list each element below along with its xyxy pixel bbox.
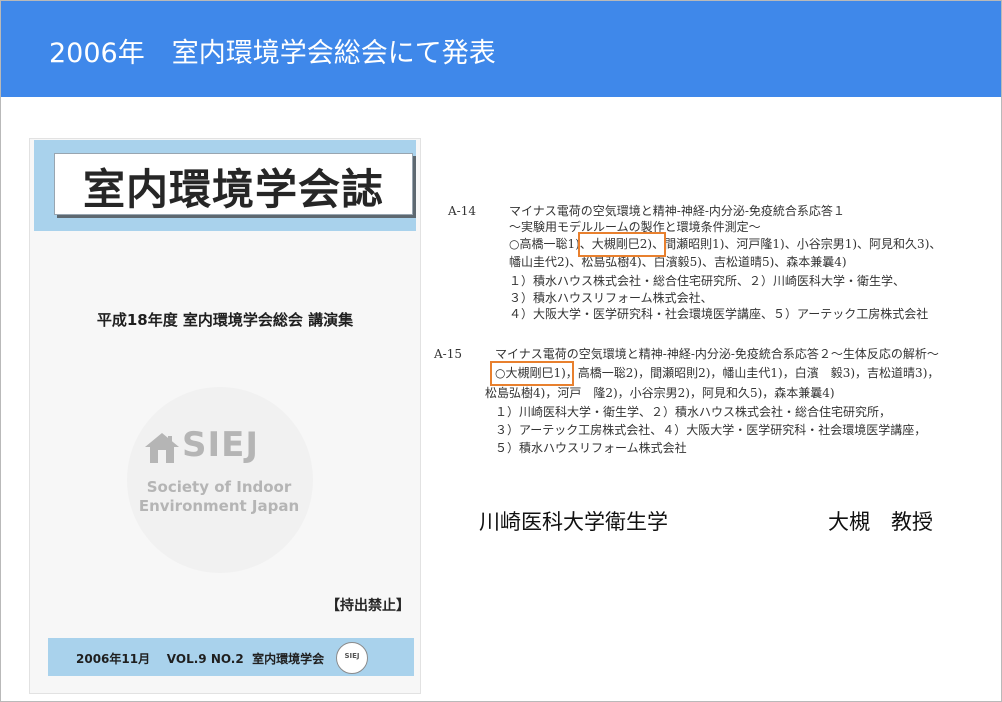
cover-notice: 【持出禁止】: [326, 598, 410, 614]
siej-logo: SIEJ Society of Indoor Environment Japan: [124, 425, 314, 517]
author-highlight-box: [578, 232, 666, 257]
abstract-line: マイナス電荷の空気環境と精神-神経-内分泌-免疫統合系応答２～生体反応の解析～: [495, 347, 939, 361]
cover-subtitle: 平成18年度 室内環境学会総会 講演集: [96, 311, 354, 329]
journal-cover: 室内環境学会誌 平成18年度 室内環境学会総会 講演集 SIEJ Society…: [29, 138, 421, 694]
cover-footer-band: 2006年11月 VOL.9 NO.2 室内環境学会 SIEJ: [48, 638, 414, 676]
header-bar: 2006年 室内環境学会総会にて発表: [1, 1, 1001, 97]
slide-title: 2006年 室内環境学会総会にて発表: [49, 38, 496, 69]
abstract-line: マイナス電荷の空気環境と精神-神経-内分泌-免疫統合系応答１: [509, 204, 845, 218]
abstract-line: １）川崎医科大学・衛生学、２）積水ハウス株式会社・総合住宅研究所，: [495, 405, 892, 419]
abstract-line: ５）積水ハウスリフォーム株式会社: [495, 441, 687, 455]
abstract-line: ３）積水ハウスリフォーム株式会社、: [509, 291, 713, 305]
slide: 2006年 室内環境学会総会にて発表 室内環境学会誌 平成18年度 室内環境学会…: [0, 0, 1002, 702]
department-label: 川崎医科大学衛生学: [479, 510, 668, 534]
abstract-line: ４）大阪大学・医学研究科・社会環境医学講座、５）アーテック工房株式会社: [509, 307, 929, 321]
author-highlight-box: [490, 361, 574, 386]
cover-title-box: 室内環境学会誌: [54, 153, 413, 215]
abstract-line: ３）アーテック工房株式会社、４）大阪大学・医学研究科・社会環境医学講座，: [495, 423, 927, 437]
abstract-line: ○高橋一聡1)、大槻剛巳2)、間瀬昭則1)、河戸隆1)、小谷宗男1)、阿見和久3…: [509, 237, 942, 251]
cover-title: 室内環境学会誌: [82, 165, 384, 214]
cover-title-band: 室内環境学会誌: [34, 140, 416, 231]
cover-footer-text: 2006年11月 VOL.9 NO.2 室内環境学会: [76, 652, 325, 666]
professor-label: 大槻 教授: [828, 510, 933, 534]
seal-text: SIEJ: [344, 652, 360, 660]
abstract-line: 幡山圭代2)、松島弘樹4)、白濱毅5)、吉松道晴5)、森本兼曩4): [509, 255, 847, 269]
siej-name-line2: Environment Japan: [138, 497, 300, 515]
abstract-line: 松島弘樹4)，河戸 隆2)，小谷宗男2)，阿見和久5)，森本兼曩4): [485, 386, 835, 400]
abstract-line: １）積水ハウス株式会社・総合住宅研究所、２）川崎医科大学・衛生学、: [509, 274, 906, 288]
house-icon: [144, 432, 180, 468]
seal-icon: SIEJ: [336, 642, 368, 674]
abstract-code: A-15: [434, 347, 462, 361]
siej-abbr: SIEJ: [182, 425, 260, 465]
abstract-code: A-14: [448, 204, 476, 218]
siej-name-line1: Society of Indoor: [146, 478, 292, 496]
